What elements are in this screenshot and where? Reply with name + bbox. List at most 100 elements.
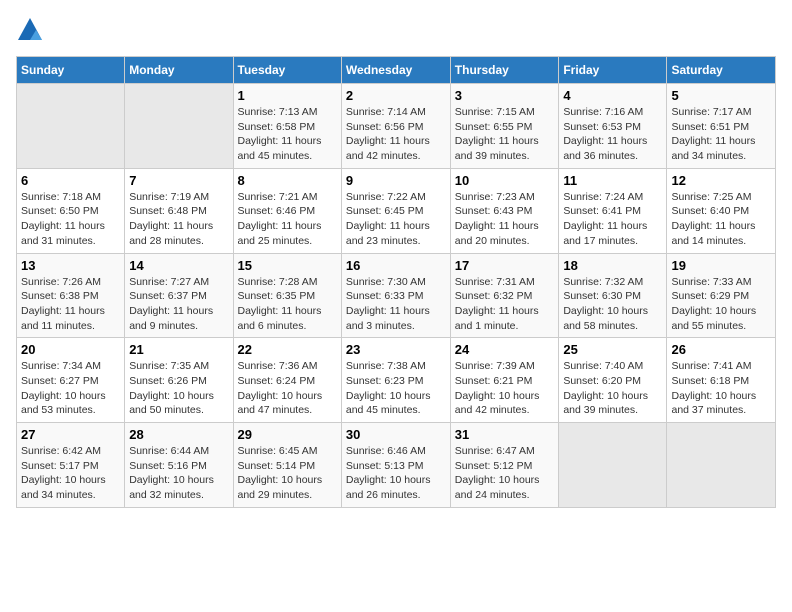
col-header-thursday: Thursday [450,57,559,84]
col-header-tuesday: Tuesday [233,57,341,84]
day-info: Sunrise: 6:46 AM Sunset: 5:13 PM Dayligh… [346,444,446,503]
day-number: 31 [455,427,555,442]
day-cell: 2 Sunrise: 7:14 AM Sunset: 6:56 PM Dayli… [341,84,450,169]
day-info: Sunrise: 7:35 AM Sunset: 6:26 PM Dayligh… [129,359,228,418]
day-info: Sunrise: 6:45 AM Sunset: 5:14 PM Dayligh… [238,444,337,503]
day-number: 25 [563,342,662,357]
day-cell: 3 Sunrise: 7:15 AM Sunset: 6:55 PM Dayli… [450,84,559,169]
day-cell: 28 Sunrise: 6:44 AM Sunset: 5:16 PM Dayl… [125,423,233,508]
day-number: 27 [21,427,120,442]
day-number: 22 [238,342,337,357]
day-info: Sunrise: 7:33 AM Sunset: 6:29 PM Dayligh… [671,275,771,334]
day-info: Sunrise: 7:16 AM Sunset: 6:53 PM Dayligh… [563,105,662,164]
day-number: 15 [238,258,337,273]
day-cell: 13 Sunrise: 7:26 AM Sunset: 6:38 PM Dayl… [17,253,125,338]
day-cell: 1 Sunrise: 7:13 AM Sunset: 6:58 PM Dayli… [233,84,341,169]
page-header [16,16,776,44]
day-cell: 11 Sunrise: 7:24 AM Sunset: 6:41 PM Dayl… [559,168,667,253]
day-cell: 25 Sunrise: 7:40 AM Sunset: 6:20 PM Dayl… [559,338,667,423]
day-number: 23 [346,342,446,357]
week-row-4: 20 Sunrise: 7:34 AM Sunset: 6:27 PM Dayl… [17,338,776,423]
header-row: SundayMondayTuesdayWednesdayThursdayFrid… [17,57,776,84]
day-info: Sunrise: 7:13 AM Sunset: 6:58 PM Dayligh… [238,105,337,164]
day-number: 30 [346,427,446,442]
day-number: 6 [21,173,120,188]
day-cell [17,84,125,169]
day-number: 21 [129,342,228,357]
day-info: Sunrise: 6:42 AM Sunset: 5:17 PM Dayligh… [21,444,120,503]
day-cell: 10 Sunrise: 7:23 AM Sunset: 6:43 PM Dayl… [450,168,559,253]
day-cell: 24 Sunrise: 7:39 AM Sunset: 6:21 PM Dayl… [450,338,559,423]
day-number: 19 [671,258,771,273]
week-row-5: 27 Sunrise: 6:42 AM Sunset: 5:17 PM Dayl… [17,423,776,508]
day-number: 10 [455,173,555,188]
day-cell: 9 Sunrise: 7:22 AM Sunset: 6:45 PM Dayli… [341,168,450,253]
day-number: 11 [563,173,662,188]
day-cell: 18 Sunrise: 7:32 AM Sunset: 6:30 PM Dayl… [559,253,667,338]
day-info: Sunrise: 7:41 AM Sunset: 6:18 PM Dayligh… [671,359,771,418]
day-number: 17 [455,258,555,273]
day-cell: 6 Sunrise: 7:18 AM Sunset: 6:50 PM Dayli… [17,168,125,253]
day-number: 7 [129,173,228,188]
day-info: Sunrise: 7:32 AM Sunset: 6:30 PM Dayligh… [563,275,662,334]
col-header-friday: Friday [559,57,667,84]
day-info: Sunrise: 6:47 AM Sunset: 5:12 PM Dayligh… [455,444,555,503]
day-info: Sunrise: 7:23 AM Sunset: 6:43 PM Dayligh… [455,190,555,249]
day-cell: 17 Sunrise: 7:31 AM Sunset: 6:32 PM Dayl… [450,253,559,338]
day-cell: 14 Sunrise: 7:27 AM Sunset: 6:37 PM Dayl… [125,253,233,338]
day-cell [667,423,776,508]
day-info: Sunrise: 7:34 AM Sunset: 6:27 PM Dayligh… [21,359,120,418]
week-row-1: 1 Sunrise: 7:13 AM Sunset: 6:58 PM Dayli… [17,84,776,169]
day-number: 14 [129,258,228,273]
day-number: 29 [238,427,337,442]
day-number: 18 [563,258,662,273]
day-cell: 19 Sunrise: 7:33 AM Sunset: 6:29 PM Dayl… [667,253,776,338]
day-cell [125,84,233,169]
day-cell: 26 Sunrise: 7:41 AM Sunset: 6:18 PM Dayl… [667,338,776,423]
day-number: 28 [129,427,228,442]
day-cell: 8 Sunrise: 7:21 AM Sunset: 6:46 PM Dayli… [233,168,341,253]
day-cell: 15 Sunrise: 7:28 AM Sunset: 6:35 PM Dayl… [233,253,341,338]
day-cell: 12 Sunrise: 7:25 AM Sunset: 6:40 PM Dayl… [667,168,776,253]
day-info: Sunrise: 7:22 AM Sunset: 6:45 PM Dayligh… [346,190,446,249]
day-info: Sunrise: 7:28 AM Sunset: 6:35 PM Dayligh… [238,275,337,334]
day-info: Sunrise: 7:24 AM Sunset: 6:41 PM Dayligh… [563,190,662,249]
day-number: 16 [346,258,446,273]
day-cell: 5 Sunrise: 7:17 AM Sunset: 6:51 PM Dayli… [667,84,776,169]
day-info: Sunrise: 7:21 AM Sunset: 6:46 PM Dayligh… [238,190,337,249]
logo [16,16,48,44]
day-number: 9 [346,173,446,188]
day-number: 26 [671,342,771,357]
col-header-monday: Monday [125,57,233,84]
day-cell: 20 Sunrise: 7:34 AM Sunset: 6:27 PM Dayl… [17,338,125,423]
day-info: Sunrise: 7:19 AM Sunset: 6:48 PM Dayligh… [129,190,228,249]
day-cell: 21 Sunrise: 7:35 AM Sunset: 6:26 PM Dayl… [125,338,233,423]
day-cell: 4 Sunrise: 7:16 AM Sunset: 6:53 PM Dayli… [559,84,667,169]
day-number: 20 [21,342,120,357]
day-info: Sunrise: 7:36 AM Sunset: 6:24 PM Dayligh… [238,359,337,418]
day-cell: 22 Sunrise: 7:36 AM Sunset: 6:24 PM Dayl… [233,338,341,423]
day-cell: 30 Sunrise: 6:46 AM Sunset: 5:13 PM Dayl… [341,423,450,508]
day-number: 8 [238,173,337,188]
day-cell: 31 Sunrise: 6:47 AM Sunset: 5:12 PM Dayl… [450,423,559,508]
day-info: Sunrise: 7:15 AM Sunset: 6:55 PM Dayligh… [455,105,555,164]
day-info: Sunrise: 7:38 AM Sunset: 6:23 PM Dayligh… [346,359,446,418]
day-number: 12 [671,173,771,188]
day-number: 3 [455,88,555,103]
day-cell [559,423,667,508]
day-info: Sunrise: 7:18 AM Sunset: 6:50 PM Dayligh… [21,190,120,249]
day-info: Sunrise: 7:31 AM Sunset: 6:32 PM Dayligh… [455,275,555,334]
calendar-table: SundayMondayTuesdayWednesdayThursdayFrid… [16,56,776,508]
day-info: Sunrise: 7:25 AM Sunset: 6:40 PM Dayligh… [671,190,771,249]
day-number: 5 [671,88,771,103]
day-info: Sunrise: 7:30 AM Sunset: 6:33 PM Dayligh… [346,275,446,334]
day-info: Sunrise: 7:26 AM Sunset: 6:38 PM Dayligh… [21,275,120,334]
week-row-3: 13 Sunrise: 7:26 AM Sunset: 6:38 PM Dayl… [17,253,776,338]
col-header-wednesday: Wednesday [341,57,450,84]
day-info: Sunrise: 6:44 AM Sunset: 5:16 PM Dayligh… [129,444,228,503]
day-cell: 29 Sunrise: 6:45 AM Sunset: 5:14 PM Dayl… [233,423,341,508]
logo-icon [16,16,44,44]
col-header-sunday: Sunday [17,57,125,84]
day-info: Sunrise: 7:40 AM Sunset: 6:20 PM Dayligh… [563,359,662,418]
day-number: 2 [346,88,446,103]
